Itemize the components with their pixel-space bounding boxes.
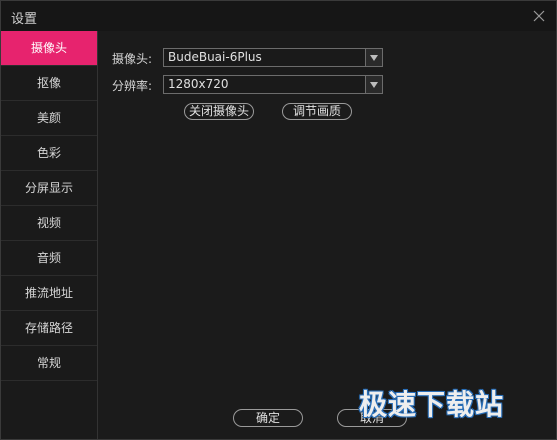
title-bar: 设置	[1, 1, 556, 31]
camera-select[interactable]: BudeBuai-6Plus	[163, 48, 383, 67]
sidebar-item-general[interactable]: 常规	[1, 346, 97, 381]
sidebar-item-camera[interactable]: 摄像头	[1, 31, 97, 66]
ok-button[interactable]: 确定	[233, 409, 303, 427]
settings-sidebar: 摄像头 抠像 美颜 色彩 分屏显示 视频 音频 推流地址 存储路径 常规	[1, 31, 98, 439]
resolution-select-value: 1280x720	[168, 77, 229, 91]
sidebar-item-video[interactable]: 视频	[1, 206, 97, 241]
close-camera-button[interactable]: 关闭摄像头	[184, 103, 254, 120]
camera-settings-panel: 摄像头: BudeBuai-6Plus 分辨率: 1280x720 关闭摄像头 …	[98, 31, 556, 439]
sidebar-item-keying[interactable]: 抠像	[1, 66, 97, 101]
sidebar-item-split-screen[interactable]: 分屏显示	[1, 171, 97, 206]
resolution-label: 分辨率:	[112, 79, 153, 93]
dropdown-arrow-icon[interactable]	[365, 76, 382, 93]
sidebar-item-audio[interactable]: 音频	[1, 241, 97, 276]
sidebar-item-color[interactable]: 色彩	[1, 136, 97, 171]
sidebar-item-beauty[interactable]: 美颜	[1, 101, 97, 136]
camera-select-value: BudeBuai-6Plus	[168, 50, 262, 64]
sidebar-item-storage-path[interactable]: 存储路径	[1, 311, 97, 346]
adjust-quality-button[interactable]: 调节画质	[282, 103, 352, 120]
close-icon[interactable]	[530, 7, 548, 25]
settings-window: 设置 摄像头 抠像 美颜 色彩 分屏显示 视频 音频 推流地址 存储路径 常规 …	[0, 0, 557, 440]
sidebar-item-stream-url[interactable]: 推流地址	[1, 276, 97, 311]
window-title: 设置	[11, 12, 38, 27]
dropdown-arrow-icon[interactable]	[365, 49, 382, 66]
camera-label: 摄像头:	[112, 52, 153, 66]
resolution-select[interactable]: 1280x720	[163, 75, 383, 94]
watermark-logo: 极速下载站	[359, 388, 505, 421]
